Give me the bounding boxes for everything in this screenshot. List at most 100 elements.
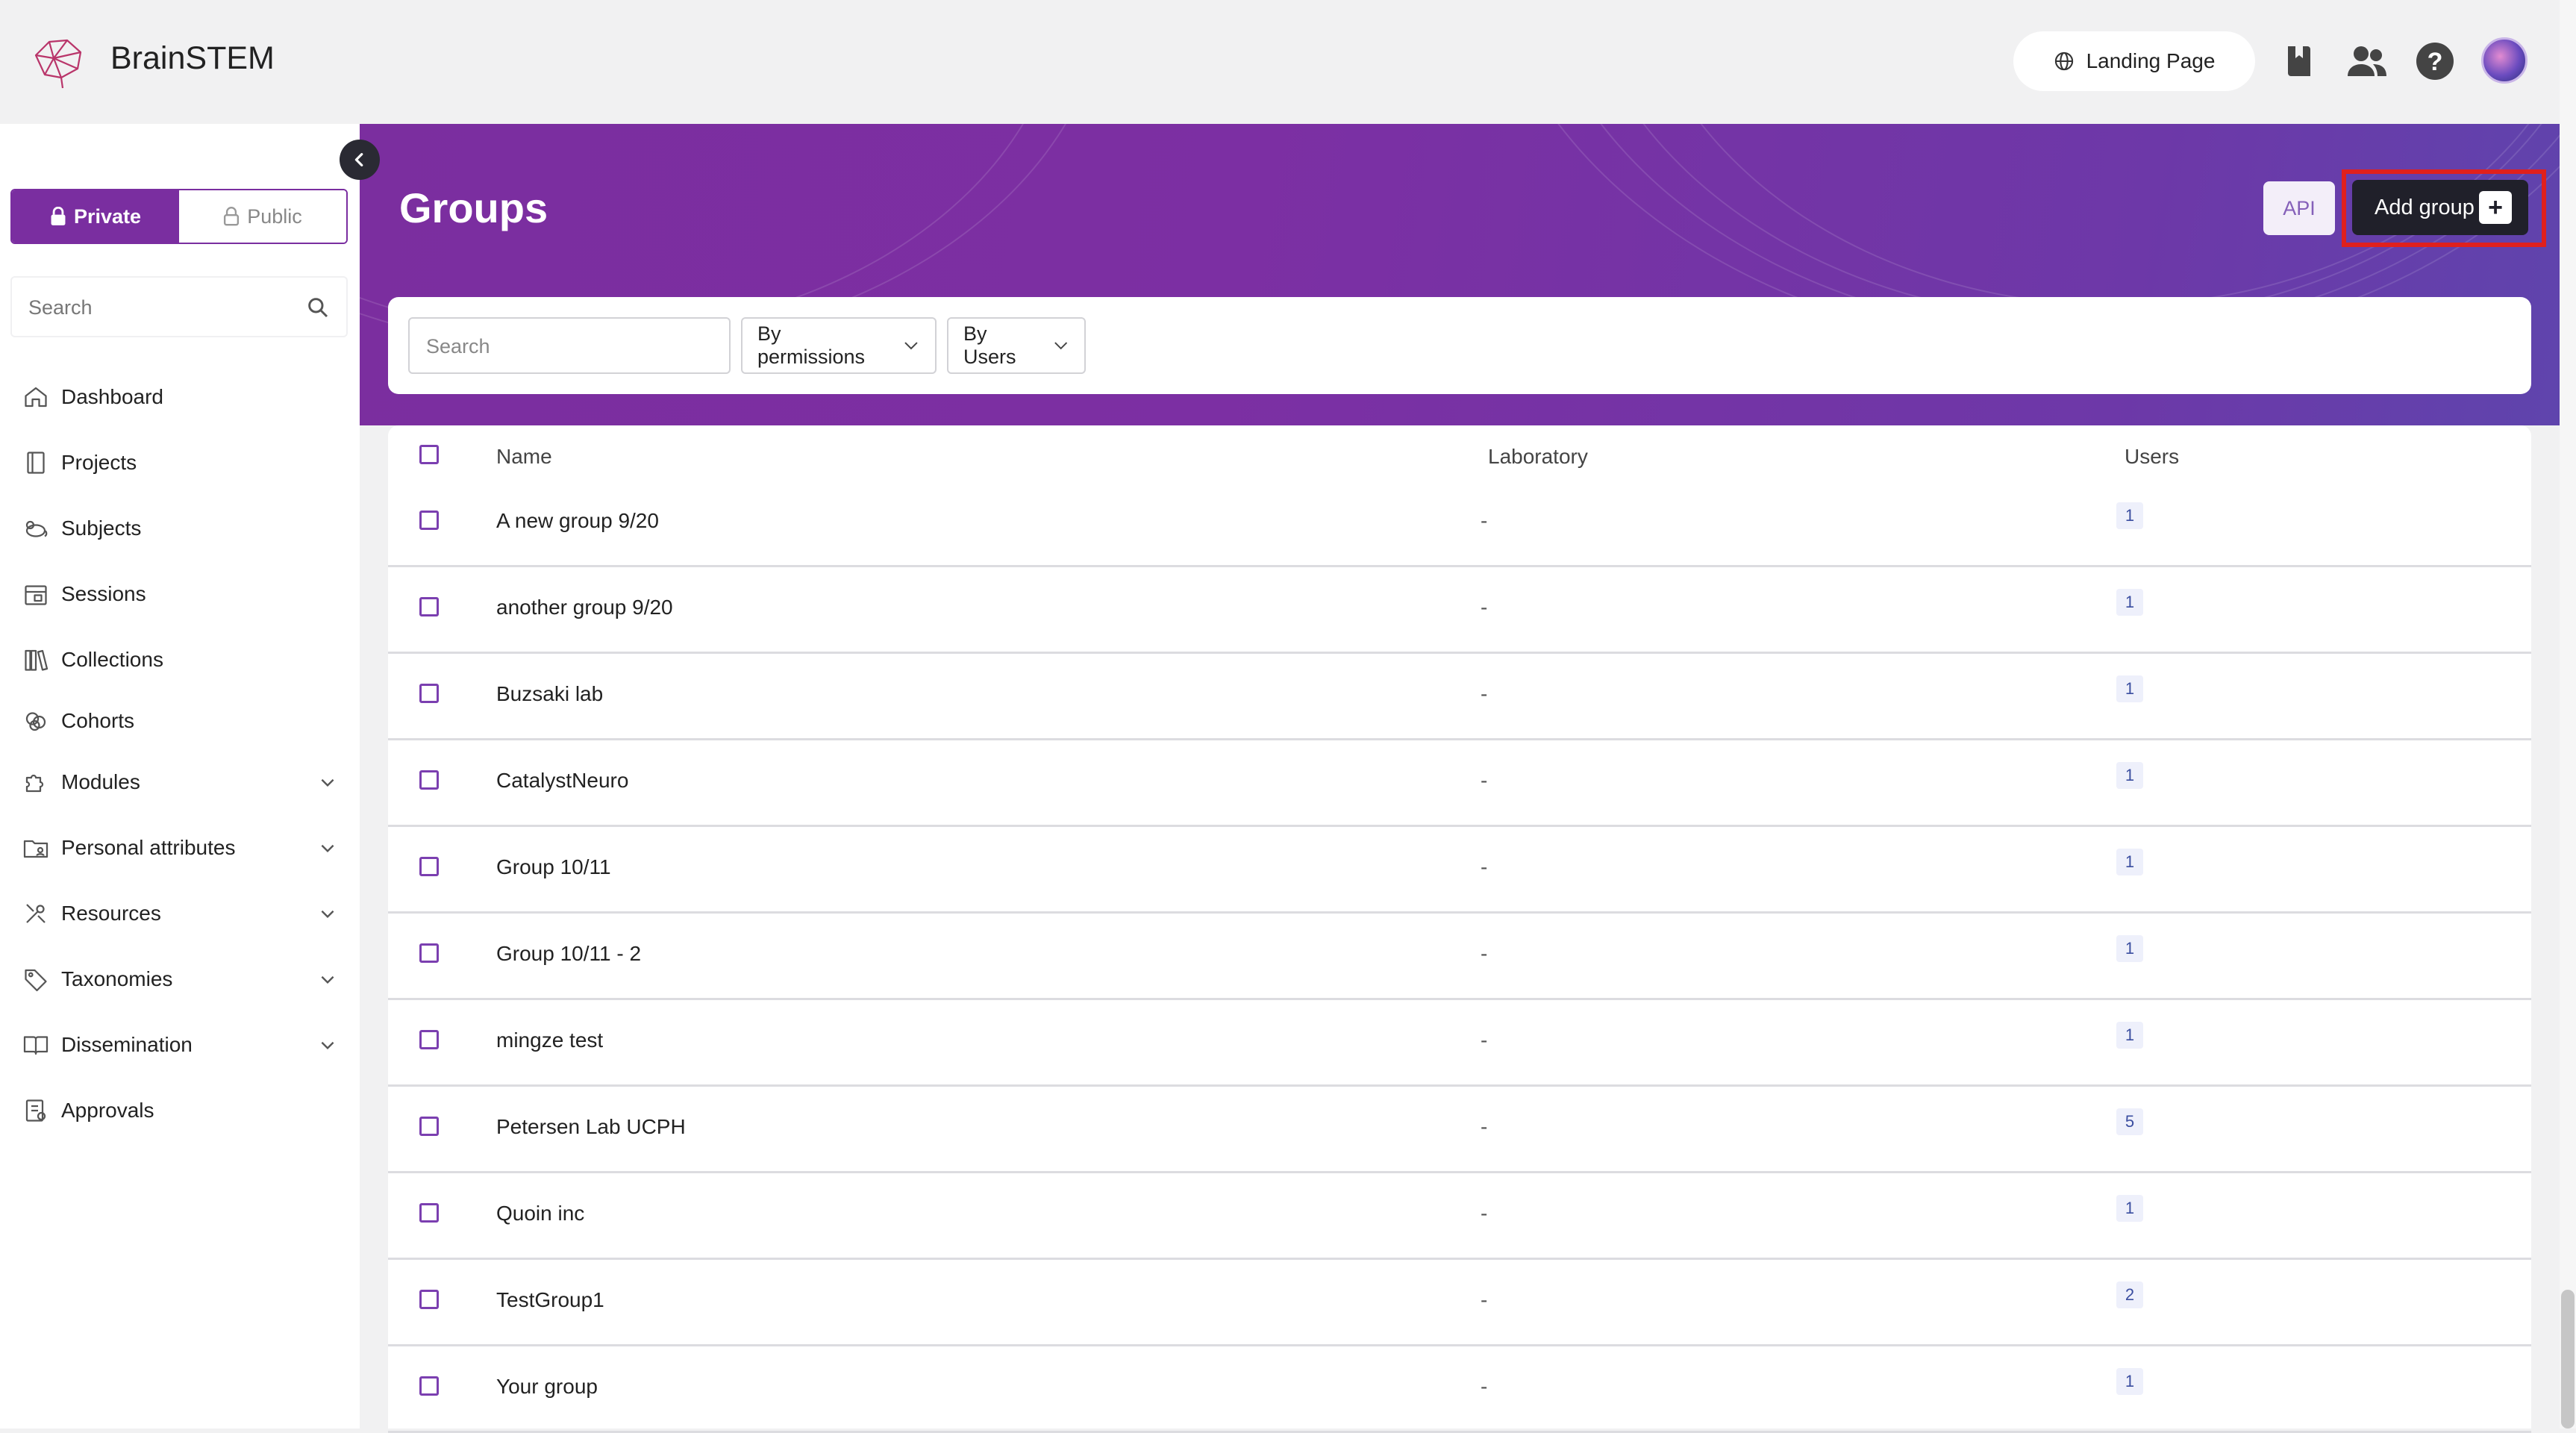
row-checkbox[interactable] [419,597,439,616]
sidebar-search[interactable]: Search [10,276,348,337]
page-title: Groups [399,184,548,231]
column-header-laboratory[interactable]: Laboratory [1488,445,1588,469]
sidebar-item-approvals[interactable]: Approvals [21,1092,342,1129]
users-count-badge: 1 [2116,762,2143,789]
home-icon [21,382,51,412]
row-checkbox[interactable] [419,1203,439,1223]
group-name[interactable]: A new group 9/20 [496,509,659,533]
row-checkbox[interactable] [419,770,439,790]
table-row[interactable]: Buzsaki lab - 1 [388,654,2531,740]
group-search-input[interactable]: Search [408,317,731,374]
landing-page-button[interactable]: Landing Page [2013,31,2255,91]
brand-name[interactable]: BrainSTEM [110,40,275,77]
row-checkbox[interactable] [419,1376,439,1396]
select-all-checkbox[interactable] [419,445,439,464]
users-icon[interactable] [2345,39,2389,84]
landing-page-label: Landing Page [2086,49,2216,72]
row-checkbox[interactable] [419,857,439,876]
row-checkbox[interactable] [419,1117,439,1136]
row-checkbox[interactable] [419,1290,439,1309]
table-row[interactable]: another group 9/20 - 1 [388,567,2531,654]
group-name[interactable]: another group 9/20 [496,596,673,619]
group-laboratory: - [1481,596,1488,619]
group-name[interactable]: Group 10/11 [496,855,611,879]
table-row[interactable]: Group 10/11 - 1 [388,827,2531,914]
scrollbar-track[interactable] [2560,0,2576,1429]
group-name[interactable]: Petersen Lab UCPH [496,1115,686,1139]
row-checkbox[interactable] [419,511,439,530]
sidebar-item-dissemination[interactable]: Dissemination [21,1026,342,1064]
sidebar-item-label: Projects [61,451,137,474]
group-name[interactable]: Buzsaki lab [496,682,603,706]
group-laboratory: - [1481,1202,1488,1225]
chevron-down-icon [1054,342,1067,350]
group-name[interactable]: CatalystNeuro [496,769,628,793]
table-row[interactable]: Quoin inc - 1 [388,1173,2531,1260]
group-laboratory: - [1481,1375,1488,1398]
row-checkbox[interactable] [419,684,439,703]
group-laboratory: - [1481,682,1488,705]
table-row[interactable]: CatalystNeuro - 1 [388,740,2531,827]
sidebar-item-personal-attributes[interactable]: Personal attributes [21,829,342,867]
sidebar-item-label: Personal attributes [61,836,236,859]
sidebar-item-dashboard[interactable]: Dashboard [21,378,342,416]
users-count-badge: 1 [2116,675,2143,702]
user-avatar[interactable] [2481,37,2527,84]
permissions-filter[interactable]: By permissions [741,317,937,374]
users-filter[interactable]: By Users [947,317,1086,374]
sidebar-search-input[interactable]: Search [28,296,93,319]
sidebar-item-label: Dashboard [61,385,163,408]
group-laboratory: - [1481,1028,1488,1052]
column-header-name[interactable]: Name [496,445,552,469]
group-name[interactable]: Quoin inc [496,1202,584,1226]
public-tab[interactable]: Public [179,190,346,243]
sidebar-item-taxonomies[interactable]: Taxonomies [21,961,342,998]
table-row[interactable]: TestGroup1 - 2 [388,1260,2531,1346]
row-checkbox[interactable] [419,1030,439,1049]
sidebar-item-projects[interactable]: Projects [21,444,342,481]
group-name[interactable]: Group 10/11 - 2 [496,942,641,966]
group-name[interactable]: Your group [496,1375,598,1399]
sidebar-item-modules[interactable]: Modules [21,764,342,801]
collapse-sidebar-button[interactable] [340,140,380,180]
search-icon[interactable] [306,296,330,319]
group-laboratory: - [1481,855,1488,878]
chevron-down-icon[interactable] [318,772,337,792]
brainstem-logo[interactable] [28,33,88,93]
api-button[interactable]: API [2263,181,2335,235]
sidebar-item-label: Subjects [61,516,142,540]
chevron-down-icon[interactable] [318,1035,337,1055]
sidebar-item-subjects[interactable]: Subjects [21,510,342,547]
permissions-filter-label: By permissions [757,322,866,368]
chevron-down-icon[interactable] [318,838,337,858]
sidebar-item-sessions[interactable]: Sessions [21,575,342,613]
table-row[interactable]: Group 10/11 - 2 - 1 [388,914,2531,1000]
chevron-down-icon[interactable] [318,970,337,989]
row-checkbox[interactable] [419,943,439,963]
book-icon[interactable] [2278,39,2321,84]
unlock-icon [224,207,240,226]
table-row[interactable]: A new group 9/20 - 1 [388,481,2531,567]
chevron-down-icon[interactable] [318,904,337,923]
table-row[interactable]: Your group - 1 [388,1346,2531,1433]
table-row[interactable]: mingze test - 1 [388,1000,2531,1087]
scrollbar-thumb[interactable] [2561,1290,2575,1429]
sidebar-item-collections[interactable]: Collections [21,641,342,678]
sidebar-item-label: Resources [61,902,161,925]
help-icon[interactable]: ? [2413,39,2457,84]
sidebar-item-resources[interactable]: Resources [21,895,342,932]
users-count-badge: 1 [2116,935,2143,962]
visibility-toggle: Private Public [10,189,348,244]
globe-icon [2054,51,2073,71]
private-tab[interactable]: Private [12,190,179,243]
group-name[interactable]: TestGroup1 [496,1288,604,1312]
group-laboratory: - [1481,1288,1488,1311]
sidebar-item-cohorts[interactable]: Cohorts [21,702,342,740]
tools-icon [21,899,51,928]
table-row[interactable]: Petersen Lab UCPH - 5 [388,1087,2531,1173]
users-count-badge: 1 [2116,1022,2143,1049]
cohort-icon [21,706,51,736]
group-name[interactable]: mingze test [496,1028,603,1052]
column-header-users[interactable]: Users [2125,445,2179,469]
group-laboratory: - [1481,942,1488,965]
